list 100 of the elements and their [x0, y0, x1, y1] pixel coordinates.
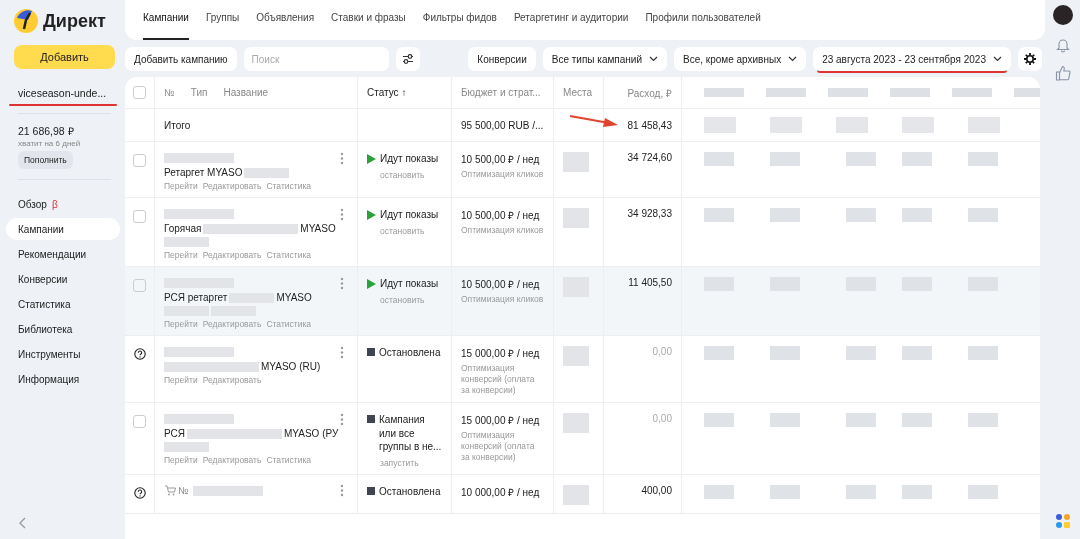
- status-text: Остановлена: [379, 346, 441, 360]
- filter-dropdown[interactable]: Все, кроме архивных: [674, 47, 807, 71]
- table-row[interactable]: № Остановлена 10 000,00 ₽ / нед 400,00: [125, 474, 1040, 514]
- avatar[interactable]: [1052, 5, 1073, 25]
- blurred-text: [563, 208, 589, 228]
- strategy-text: Оптимизация кликов: [461, 169, 544, 181]
- status-text: Кампания или все группы в не...: [379, 413, 442, 454]
- more-icon[interactable]: [340, 345, 344, 359]
- campaign-name[interactable]: Ретаргет MYASO: [164, 167, 243, 178]
- column-header[interactable]: №: [164, 87, 175, 98]
- topup-button[interactable]: Пополнить: [18, 151, 73, 169]
- checkbox[interactable]: [133, 279, 146, 292]
- campaign-name[interactable]: MYASO: [300, 223, 336, 234]
- column-header[interactable]: Название: [223, 87, 269, 98]
- tab[interactable]: Ставки и фразы: [331, 0, 406, 40]
- tab[interactable]: Объявления: [256, 0, 315, 40]
- nav-item[interactable]: Обзор β: [6, 193, 120, 215]
- budget-text: 10 000,00 ₽ / нед: [461, 485, 541, 499]
- strategy-text: Оптимизация конверсий (оплата за конверсии): [461, 430, 536, 464]
- campaign-name[interactable]: РСЯ: [164, 428, 185, 440]
- budget-text: 10 500,00 ₽ / нед: [461, 278, 541, 291]
- column-header[interactable]: Тип: [190, 87, 208, 98]
- column-header[interactable]: Места: [563, 87, 593, 98]
- filter-settings-icon[interactable]: [395, 47, 420, 71]
- settings-icon[interactable]: [1018, 47, 1042, 71]
- search-field[interactable]: Поиск: [243, 47, 389, 71]
- stop-icon: [367, 486, 375, 495]
- tab[interactable]: Ретаргетинг и аудитории: [513, 0, 629, 40]
- tab[interactable]: Кампании: [143, 0, 189, 40]
- column-header[interactable]: Статус ↑: [367, 87, 407, 98]
- nav-item[interactable]: Кампании: [6, 218, 120, 240]
- play-icon: [367, 154, 376, 164]
- table-row[interactable]: MYASO (RU) Перейти Редактировать Остановлена 15 000,00 ₽ / нед Оптимизация конверсий (оплата за конверсии) 0,00: [125, 336, 1040, 404]
- campaign-name[interactable]: Горячая: [164, 223, 202, 234]
- filter-dropdown[interactable]: 23 августа 2023 - 23 сентября 2023: [813, 47, 1011, 71]
- nav-item[interactable]: Инструменты: [6, 343, 120, 365]
- blurred-text: [563, 484, 589, 505]
- blurred-text: [164, 237, 209, 247]
- nav-item[interactable]: Статистика: [6, 293, 120, 315]
- tab[interactable]: Группы: [205, 0, 240, 40]
- table-row[interactable]: РСЯ MYASO (РУ Перейти Редактировать Статистика Кампания или все группы в не... запустить 15 000,00 ₽ / нед Оптимизация конверсий (оплата за конверсии) 0,00: [125, 403, 1040, 475]
- campaign-name[interactable]: MYASO: [276, 292, 312, 303]
- checkbox[interactable]: [133, 415, 146, 429]
- budget-text: 15 000,00 ₽ / нед: [461, 414, 541, 428]
- checkbox[interactable]: [133, 86, 146, 99]
- add-campaign-button[interactable]: Добавить кампанию: [125, 47, 237, 71]
- tab[interactable]: Фильтры фидов: [422, 0, 497, 40]
- checkbox[interactable]: [133, 154, 146, 167]
- more-icon[interactable]: [340, 207, 344, 221]
- more-icon[interactable]: [340, 412, 344, 426]
- budget-text: 15 000,00 ₽ / нед: [461, 347, 541, 360]
- caret-icon: [993, 56, 1002, 62]
- total-spend: 81 458,43: [627, 119, 672, 131]
- blurred-text: [164, 414, 234, 425]
- help-icon[interactable]: [133, 486, 146, 499]
- account-name[interactable]: viceseason-unde...: [18, 87, 107, 99]
- nav-item[interactable]: Рекомендации: [6, 243, 120, 265]
- checkbox[interactable]: [133, 210, 146, 223]
- strategy-text: Оптимизация кликов: [461, 225, 544, 237]
- more-icon[interactable]: [340, 484, 344, 498]
- bell-icon[interactable]: [1055, 37, 1070, 53]
- cart-icon: [164, 485, 176, 497]
- blurred-text: [164, 153, 234, 163]
- spend-value: 0,00: [652, 346, 672, 357]
- nav-item[interactable]: Библиотека: [6, 318, 120, 340]
- tab[interactable]: Профили пользователей: [645, 0, 761, 40]
- nav-item[interactable]: Конверсии: [6, 268, 120, 290]
- collapse-icon[interactable]: [18, 517, 26, 529]
- blurred-text: [164, 347, 234, 357]
- more-icon[interactable]: [340, 151, 344, 165]
- stop-icon: [367, 348, 375, 356]
- stop-icon: [367, 415, 375, 424]
- blurred-text: [563, 152, 589, 172]
- campaign-name[interactable]: РСЯ ретаргет: [164, 292, 228, 303]
- nav-item[interactable]: Информация: [6, 368, 120, 390]
- logo-text[interactable]: Директ: [43, 10, 106, 32]
- caret-icon: [788, 56, 798, 62]
- table-row[interactable]: Ретаргет MYASO Перейти Редактировать Статистика Идут показы остановить 10 500,00 ₽ / нед Оптимизация кликов 34 724,60: [125, 142, 1040, 198]
- thumbs-up-icon[interactable]: [1054, 65, 1071, 81]
- more-icon[interactable]: [340, 276, 344, 290]
- help-icon[interactable]: [133, 348, 146, 360]
- logo-icon: [14, 9, 38, 33]
- filter-dropdown[interactable]: Все типы кампаний: [542, 47, 667, 71]
- apps-icon[interactable]: [1054, 513, 1071, 529]
- status-text: Идут показы: [380, 152, 439, 166]
- spend-value: 400,00: [641, 484, 672, 496]
- campaign-name[interactable]: MYASO (РУ: [284, 428, 339, 440]
- column-header[interactable]: Бюджет и страт...: [461, 87, 541, 98]
- strategy-text: Оптимизация кликов: [461, 294, 544, 306]
- add-button[interactable]: Добавить: [14, 45, 115, 69]
- table-row[interactable]: РСЯ ретаргет MYASO Перейти Редактировать Статистика Идут показы остановить 10 500,00 ₽ / нед Оптимизация кликов 11 405,50: [125, 267, 1040, 336]
- column-header[interactable]: Расход, ₽: [627, 85, 672, 100]
- campaign-name[interactable]: MYASO (RU): [261, 361, 321, 372]
- status-text: Идут показы: [380, 208, 439, 222]
- blurred-text: [192, 485, 263, 496]
- total-label: Итого: [164, 119, 191, 131]
- spend-value: 34 928,33: [627, 208, 672, 219]
- blurred-text: [563, 413, 589, 434]
- total-budget: 95 500,00 RUB /...: [461, 119, 544, 131]
- conversions-button[interactable]: Конверсии: [468, 47, 536, 71]
